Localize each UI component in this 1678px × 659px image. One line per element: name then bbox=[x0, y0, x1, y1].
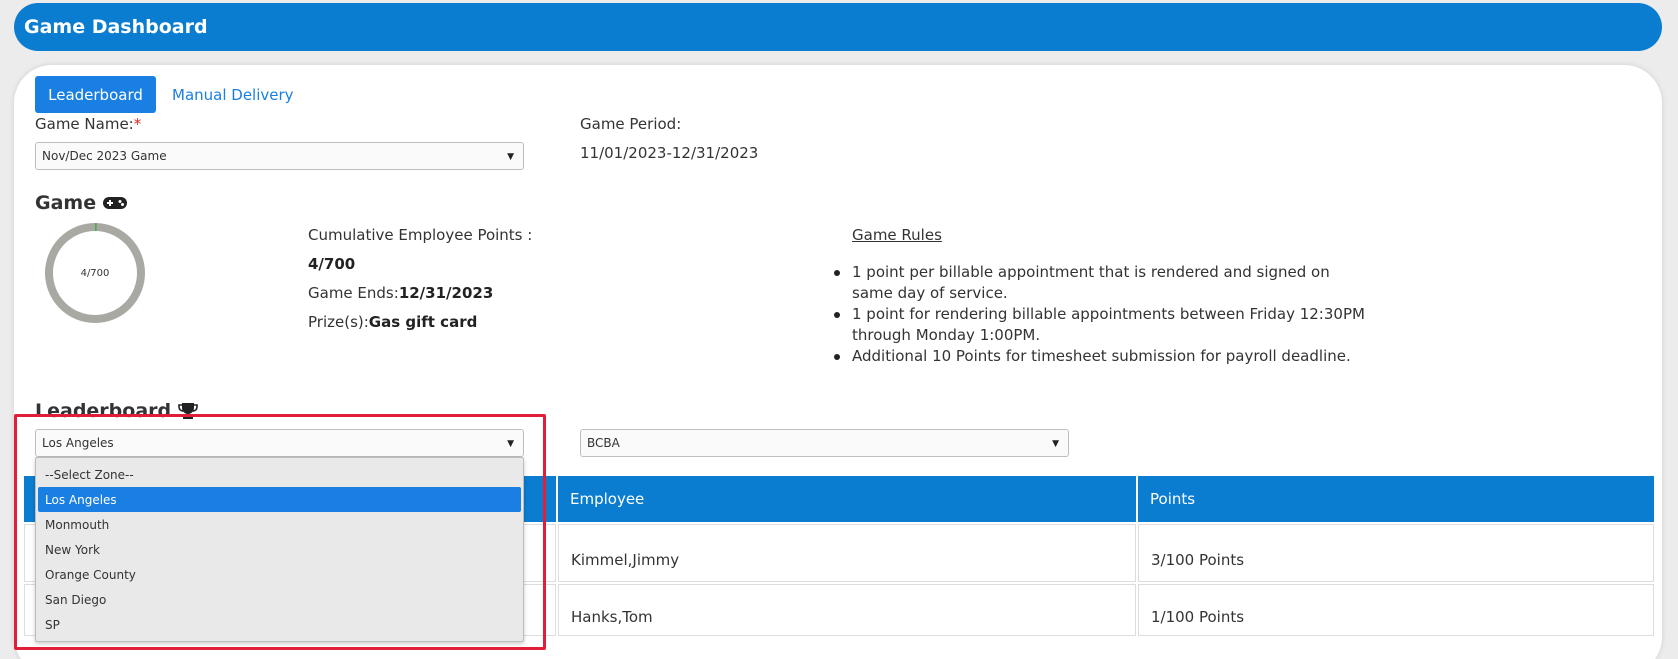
trophy-icon bbox=[178, 403, 198, 419]
column-header-points: Points bbox=[1138, 476, 1654, 522]
zone-dropdown-list[interactable]: --Select Zone-- Los Angeles Monmouth New… bbox=[35, 457, 524, 642]
game-ends-label: Game Ends: bbox=[308, 284, 399, 302]
prize: Prize(s):Gas gift card bbox=[308, 313, 477, 331]
zone-option[interactable]: --Select Zone-- bbox=[38, 462, 521, 487]
cumulative-label: Cumulative Employee Points : bbox=[308, 226, 533, 244]
zone-option[interactable]: San Diego bbox=[38, 587, 521, 612]
zone-option-highlighted[interactable]: Los Angeles bbox=[38, 487, 521, 512]
game-name-selected: Nov/Dec 2023 Game bbox=[42, 149, 167, 163]
page-title: Game Dashboard bbox=[24, 16, 208, 38]
tab-leaderboard[interactable]: Leaderboard bbox=[35, 76, 156, 113]
column-header-employee: Employee bbox=[558, 476, 1136, 522]
leaderboard-heading: Leaderboard bbox=[35, 400, 199, 422]
chevron-down-icon: ▼ bbox=[507, 152, 514, 162]
game-heading: Game bbox=[35, 192, 128, 214]
tab-manual-delivery[interactable]: Manual Delivery bbox=[172, 86, 294, 104]
chevron-down-icon: ▼ bbox=[507, 439, 514, 449]
zone-select[interactable]: Los Angeles ▼ bbox=[35, 429, 524, 457]
game-ends-value: 12/31/2023 bbox=[398, 284, 494, 302]
game-period-value: 11/01/2023-12/31/2023 bbox=[580, 144, 759, 162]
cumulative-value: 4/700 bbox=[308, 255, 356, 273]
game-name-select[interactable]: Nov/Dec 2023 Game ▼ bbox=[35, 142, 524, 170]
rule-item: 1 point per billable appointment that is… bbox=[834, 262, 1372, 304]
top-bar: Game Dashboard bbox=[14, 3, 1662, 51]
employee-cell: Kimmel,Jimmy bbox=[558, 524, 1136, 582]
points-cell: 1/100 Points bbox=[1138, 584, 1654, 636]
zone-option[interactable]: SP bbox=[38, 612, 521, 637]
leaderboard-heading-text: Leaderboard bbox=[35, 400, 172, 422]
game-name-label: Game Name:* bbox=[35, 115, 141, 133]
points-cell: 3/100 Points bbox=[1138, 524, 1654, 582]
zone-selected: Los Angeles bbox=[42, 436, 114, 450]
game-rules-title: Game Rules bbox=[852, 226, 942, 244]
employee-cell: Hanks,Tom bbox=[558, 584, 1136, 636]
gamepad-icon bbox=[103, 197, 128, 209]
progress-ring-label: 4/700 bbox=[80, 267, 110, 279]
prize-label: Prize(s): bbox=[308, 313, 369, 331]
game-rules-list: 1 point per billable appointment that is… bbox=[834, 262, 1372, 367]
chevron-down-icon: ▼ bbox=[1052, 439, 1059, 449]
zone-option[interactable]: Monmouth bbox=[38, 512, 521, 537]
role-selected: BCBA bbox=[587, 436, 620, 450]
rule-item: 1 point for rendering billable appointme… bbox=[834, 304, 1372, 346]
required-mark: * bbox=[133, 115, 142, 133]
game-heading-text: Game bbox=[35, 192, 97, 214]
role-select[interactable]: BCBA ▼ bbox=[580, 429, 1069, 457]
zone-option[interactable]: New York bbox=[38, 537, 521, 562]
prize-value: Gas gift card bbox=[368, 313, 478, 331]
game-ends: Game Ends:12/31/2023 bbox=[308, 284, 493, 302]
game-name-label-text: Game Name: bbox=[35, 115, 134, 133]
rule-item: Additional 10 Points for timesheet submi… bbox=[834, 346, 1372, 367]
zone-option[interactable]: Orange County bbox=[38, 562, 521, 587]
game-period-label: Game Period: bbox=[580, 115, 682, 133]
